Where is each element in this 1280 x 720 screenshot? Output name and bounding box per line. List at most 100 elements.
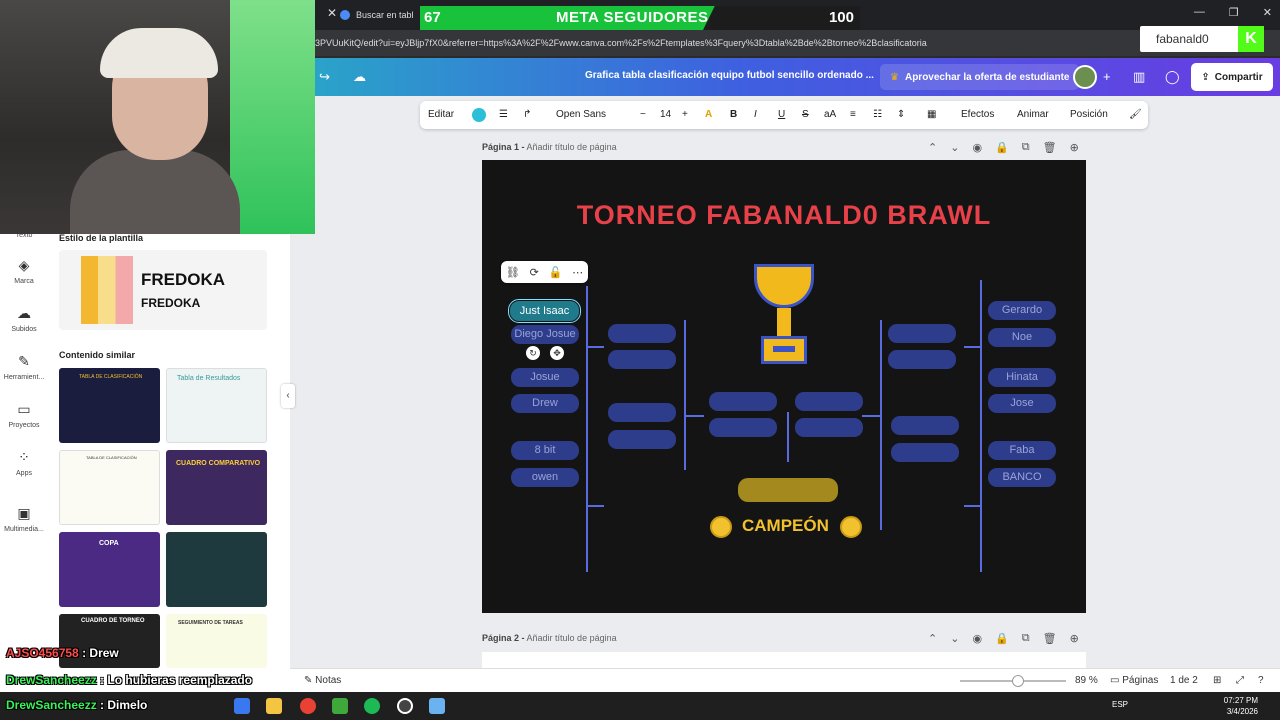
rotate-handle-icon[interactable]: ↻ [526,346,540,360]
page-2-preview[interactable] [482,652,1086,668]
bracket-slot[interactable] [709,392,777,411]
close-icon[interactable]: ✕ [1263,6,1272,19]
template-thumb[interactable]: CUADRO COMPARATIVO [166,450,267,525]
student-offer-button[interactable]: ♛ Aprovechar la oferta de estudiante [880,64,1080,90]
minimize-icon[interactable]: — [1194,6,1205,19]
bracket-slot[interactable] [888,350,956,369]
bracket-slot[interactable] [709,418,777,437]
rail-uploads[interactable]: ☁ Subidos [0,305,48,333]
chevron-down-icon[interactable]: ⌄ [950,141,959,154]
document-title[interactable]: Grafica tabla clasificación equipo futbo… [585,70,874,81]
underline-button[interactable]: U [778,101,785,129]
rail-media[interactable]: ▣ Multimedia... [0,505,48,533]
transparency-icon[interactable]: ▦ [927,101,936,129]
template-thumb[interactable]: SEGUIMIENTO DE TAREAS [166,614,267,668]
notes-button[interactable]: ✎ Notas [304,669,341,693]
add-page-icon[interactable]: ⊕ [1070,632,1079,645]
rail-projects[interactable]: ▭ Proyectos [0,401,48,429]
template-thumb[interactable]: Tabla de Resultados [166,368,267,443]
champion-label[interactable]: CAMPEÓN [742,516,829,536]
more-icon[interactable]: ⋯ [572,266,583,279]
bracket-slot[interactable] [608,350,676,369]
rail-apps[interactable]: ⁘ Apps [0,449,48,477]
system-clock[interactable]: 07:27 PM 3/4/2026 [1224,695,1258,717]
line-weight-icon[interactable]: ☰ [499,101,508,129]
strikethrough-button[interactable]: S [802,101,809,129]
paint-format-icon[interactable]: 🖌 [1129,101,1142,129]
bracket-slot[interactable] [795,418,863,437]
right-player-5[interactable]: Faba [988,441,1056,460]
spotify-icon[interactable] [364,698,380,714]
font-size-input[interactable]: 14 [660,101,671,129]
hide-icon[interactable]: ◉ [972,632,982,645]
grid-view-icon[interactable]: ⊞ [1213,669,1221,693]
decrease-size-button[interactable]: − [640,101,646,129]
add-collaborator-icon[interactable]: + [1103,69,1111,84]
rail-tools[interactable]: ✎ Herramient... [0,353,48,381]
redo-icon[interactable]: ↪ [319,69,330,85]
text-color-swatch[interactable] [472,108,486,122]
page-title-input[interactable]: Añadir título de página [527,633,617,643]
language-indicator[interactable]: ESP [1112,700,1128,709]
hide-icon[interactable]: ◉ [972,141,982,154]
right-player-3[interactable]: Hinata [988,368,1056,387]
rail-brand[interactable]: ◈ Marca [0,257,48,285]
move-handle-icon[interactable]: ✥ [550,346,564,360]
link-icon[interactable]: ⛓ [506,266,520,279]
chrome-icon[interactable] [300,698,316,714]
fullscreen-icon[interactable]: ⤢ [1236,669,1244,693]
italic-button[interactable]: I [754,101,757,129]
collapse-up-icon[interactable]: ⌃ [928,141,937,154]
font-color-icon[interactable]: A [705,101,712,129]
right-player-6[interactable]: BANCO [988,468,1056,487]
edge-icon[interactable] [234,698,250,714]
collapse-panel-button[interactable]: ‹ [281,384,295,408]
edit-button[interactable]: Editar [428,101,454,129]
app-icon[interactable] [429,698,445,714]
left-player-2[interactable]: Diego Josue [511,325,579,344]
chevron-down-icon[interactable]: ⌄ [950,632,959,645]
right-player-1[interactable]: Gerardo [988,301,1056,320]
browser-tab[interactable]: Buscar en tabl [340,4,414,26]
rotate-icon[interactable]: ⟳ [530,266,539,279]
position-button[interactable]: Posición [1070,101,1108,129]
template-thumb[interactable]: TABLA DE CLASIFICACIÓN [59,368,160,443]
right-player-2[interactable]: Noe [988,328,1056,347]
template-thumb[interactable] [166,532,267,607]
bracket-slot[interactable] [795,392,863,411]
zoom-level[interactable]: 89 % [1075,669,1098,693]
add-page-icon[interactable]: ⊕ [1070,141,1079,154]
collapse-up-icon[interactable]: ⌃ [928,632,937,645]
animate-button[interactable]: Animar [1017,101,1049,129]
lock-icon[interactable]: 🔒 [995,141,1009,154]
bold-button[interactable]: B [730,101,737,129]
design-page[interactable]: TORNEO FABANALD0 BRAWL Diego Josue Josue… [482,160,1086,613]
bracket-slot[interactable] [608,430,676,449]
help-icon[interactable]: ? [1258,669,1264,693]
new-tab-icon[interactable]: ✕ [327,6,337,20]
bracket-slot[interactable] [608,403,676,422]
template-thumb[interactable]: TABLA DE CLASIFICACIÓN [59,450,160,525]
text-case-button[interactable]: aA [824,101,836,129]
champion-slot[interactable] [738,478,838,502]
minecraft-icon[interactable] [332,698,348,714]
explorer-icon[interactable] [266,698,282,714]
font-family-select[interactable]: Open Sans [556,101,628,129]
template-style-card[interactable]: FREDOKA FREDOKA [59,250,267,330]
right-player-4[interactable]: Jose [988,394,1056,413]
increase-size-button[interactable]: + [682,101,688,129]
comment-icon[interactable]: ◯ [1165,69,1180,85]
insights-icon[interactable]: ▥ [1133,69,1145,85]
left-player-3[interactable]: Josue [511,368,579,387]
trophy-icon[interactable] [747,264,821,368]
trash-icon[interactable]: 🗑 [1043,632,1057,645]
left-player-6[interactable]: owen [511,468,579,487]
effects-button[interactable]: Efectos [961,101,994,129]
bracket-slot[interactable] [608,324,676,343]
duplicate-icon[interactable]: ⧉ [1022,141,1030,154]
share-button[interactable]: ⇪ Compartir [1191,63,1273,91]
template-thumb[interactable]: COPA [59,532,160,607]
lock-icon[interactable]: 🔓 [549,266,563,279]
lock-icon[interactable]: 🔒 [995,632,1009,645]
pages-button[interactable]: ▭ Páginas [1110,669,1158,693]
